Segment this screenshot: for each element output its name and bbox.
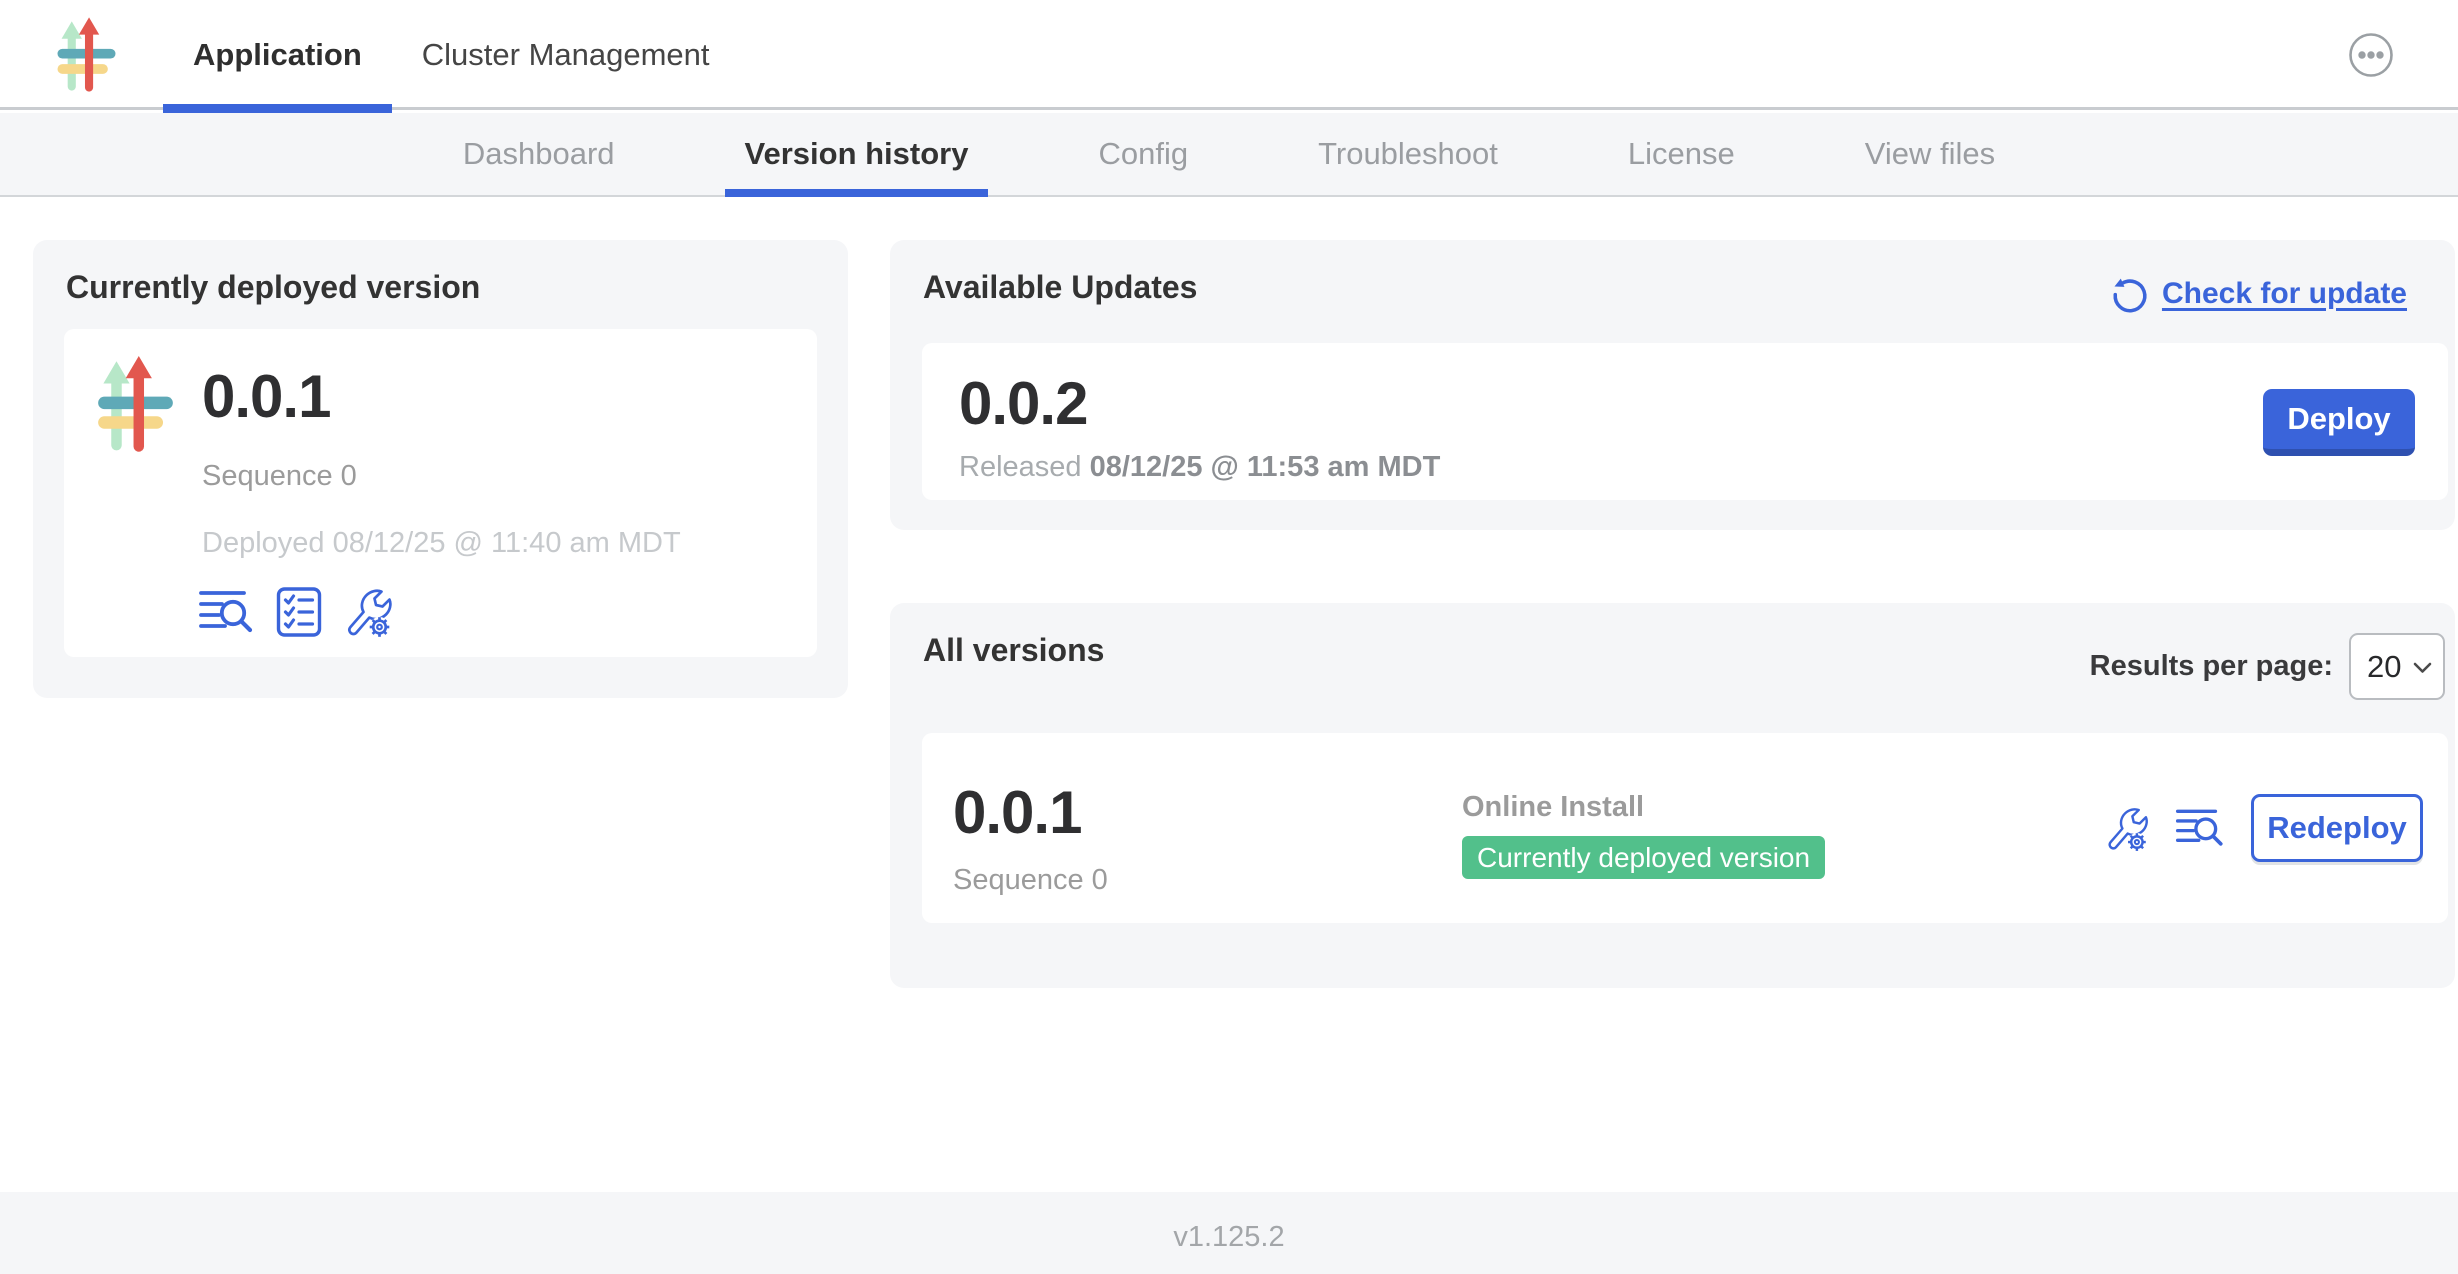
preflight-checks-icon[interactable]	[276, 586, 322, 638]
version-row: 0.0.1 Sequence 0 Online Install Currentl…	[922, 733, 2448, 923]
results-per-page: Results per page: 20	[2090, 633, 2445, 700]
deployed-sequence: Sequence 0	[202, 462, 357, 491]
all-versions-title: All versions	[923, 633, 1104, 668]
app-logo-icon	[94, 356, 177, 453]
top-nav: Application Cluster Management	[0, 0, 2458, 110]
active-subnav-underline	[725, 189, 989, 197]
view-diff-icon[interactable]	[198, 587, 256, 637]
results-per-page-label: Results per page:	[2090, 652, 2333, 681]
header-tabs: Application Cluster Management	[163, 0, 740, 110]
update-version-number: 0.0.2	[959, 374, 1087, 434]
subnav-item-dashboard[interactable]: Dashboard	[443, 113, 635, 195]
view-diff-icon[interactable]	[2175, 806, 2226, 850]
row-sequence: Sequence 0	[953, 866, 1108, 895]
deploy-button[interactable]: Deploy	[2263, 389, 2415, 456]
version-history-page: Currently deployed version 0.0.1 Sequenc…	[0, 199, 2458, 1192]
check-for-update-label: Check for update	[2162, 279, 2407, 309]
more-menu-button[interactable]	[2348, 32, 2394, 78]
tab-application[interactable]: Application	[163, 0, 392, 110]
available-update-row: 0.0.2 Released 08/12/25 @ 11:53 am MDT D…	[922, 343, 2448, 500]
update-released-timestamp: 08/12/25 @ 11:53 am MDT	[1090, 451, 1441, 483]
subnav-item-license[interactable]: License	[1608, 113, 1755, 195]
deployed-version-panel: 0.0.1 Sequence 0 Deployed 08/12/25 @ 11:…	[64, 329, 817, 657]
gear-icon	[370, 617, 390, 637]
available-updates-title: Available Updates	[923, 270, 1197, 305]
row-version-number: 0.0.1	[953, 783, 1081, 843]
row-install-type: Online Install	[1462, 793, 1644, 822]
console-version: v1.125.2	[1173, 1221, 1284, 1254]
results-per-page-select[interactable]: 20	[2349, 633, 2445, 700]
subnav-item-config[interactable]: Config	[1078, 113, 1208, 195]
deployed-version-number: 0.0.1	[202, 367, 330, 427]
subnav-item-version-history[interactable]: Version history	[725, 113, 989, 195]
console-footer: v1.125.2	[0, 1192, 2458, 1274]
tab-cluster-management[interactable]: Cluster Management	[392, 0, 740, 110]
tab-application-label: Application	[193, 37, 362, 73]
app-logo-icon	[57, 17, 116, 93]
row-actions: Redeploy	[2103, 794, 2423, 862]
admin-console-window: Application Cluster Management Dashboard…	[0, 0, 2458, 1274]
refresh-icon	[2108, 273, 2150, 315]
edit-config-icon[interactable]	[2103, 804, 2150, 853]
ellipsis-icon	[2351, 35, 2392, 76]
all-versions-card: All versions Results per page: 20 0.0.1 …	[890, 603, 2455, 988]
edit-config-icon[interactable]	[342, 585, 394, 639]
redeploy-button[interactable]: Redeploy	[2251, 794, 2423, 862]
currently-deployed-card: Currently deployed version 0.0.1 Sequenc…	[33, 240, 848, 698]
deployed-actions	[198, 585, 394, 639]
available-updates-card: Available Updates Check for update 0.0.2…	[890, 240, 2455, 530]
status-badge: Currently deployed version	[1462, 836, 1825, 879]
tab-cluster-management-label: Cluster Management	[422, 37, 710, 73]
active-tab-underline	[163, 104, 392, 113]
subnav-item-troubleshoot[interactable]: Troubleshoot	[1298, 113, 1518, 195]
update-released-line: Released 08/12/25 @ 11:53 am MDT	[959, 453, 1440, 482]
deployed-card-title: Currently deployed version	[66, 270, 480, 305]
app-subnav: Dashboard Version history Config Trouble…	[0, 113, 2458, 197]
deployed-timestamp: Deployed 08/12/25 @ 11:40 am MDT	[202, 529, 681, 558]
check-for-update-link[interactable]: Check for update	[2108, 273, 2407, 315]
gear-icon	[2128, 833, 2146, 851]
subnav-item-view-files[interactable]: View files	[1845, 113, 2015, 195]
